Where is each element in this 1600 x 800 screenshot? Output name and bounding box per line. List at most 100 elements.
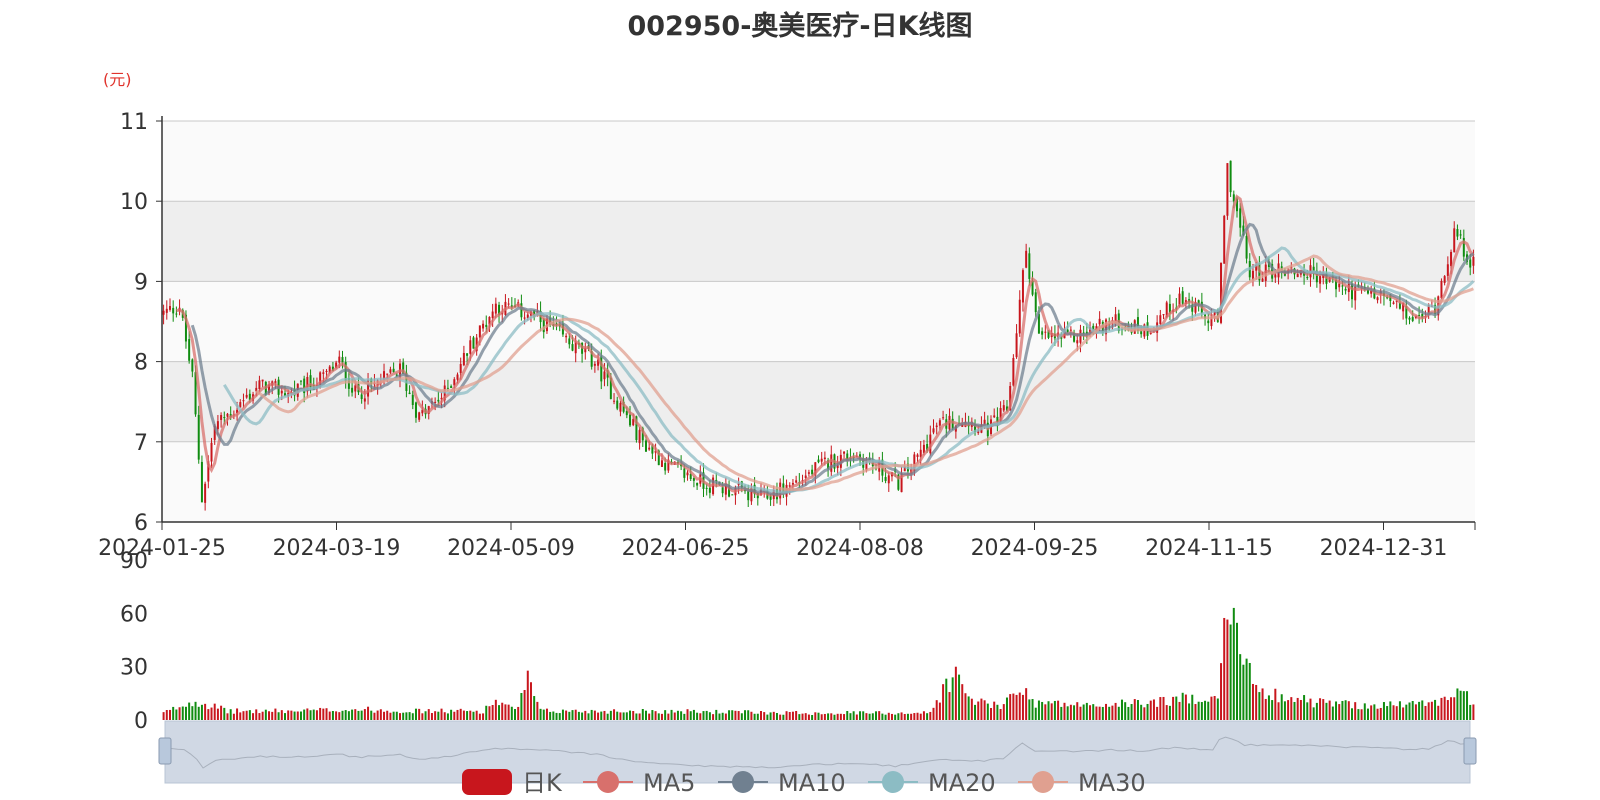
volume-bar: [523, 690, 526, 720]
candle-body: [884, 477, 887, 481]
candle-body: [823, 457, 826, 460]
candle-body: [386, 373, 389, 375]
volume-bar: [184, 706, 187, 720]
volume-bar: [680, 711, 683, 720]
volume-bar: [1053, 700, 1056, 720]
volume-bar: [1184, 694, 1187, 720]
candle-body: [795, 480, 798, 483]
candle-body: [942, 417, 945, 419]
volume-bar: [1210, 696, 1213, 720]
volume-bar: [220, 705, 223, 720]
volume-bar: [200, 704, 203, 720]
volume-bar: [1325, 702, 1328, 720]
volume-tick-label: 0: [134, 709, 148, 734]
volume-bar: [1146, 703, 1149, 720]
candle-body: [1366, 290, 1369, 294]
volume-bar: [1338, 704, 1341, 720]
volume-bar: [897, 713, 900, 720]
volume-bar: [651, 710, 654, 720]
candle-body: [226, 413, 229, 417]
candle-body: [696, 482, 699, 486]
candle-body: [747, 490, 750, 501]
volume-bar: [344, 710, 347, 720]
volume-bar: [718, 713, 721, 720]
volume-bar: [1197, 701, 1200, 720]
volume-bar: [772, 711, 775, 720]
volume-bar: [1296, 697, 1299, 720]
volume-bar: [731, 710, 734, 720]
candle-body: [1472, 256, 1475, 266]
volume-bar: [1303, 695, 1306, 720]
slider-handle-right[interactable]: [1463, 737, 1477, 765]
volume-bar: [756, 713, 759, 720]
volume-bar: [894, 714, 897, 720]
candle-body: [188, 339, 191, 361]
volume-bar: [280, 710, 283, 720]
volume-bar: [1430, 701, 1433, 720]
volume-bar: [1277, 702, 1280, 720]
volume-bar: [929, 711, 932, 720]
grid-band: [162, 361, 1475, 442]
volume-bar: [1204, 700, 1207, 720]
candle-body: [1392, 302, 1395, 304]
candle-body: [491, 311, 494, 319]
volume-bar: [1290, 697, 1293, 720]
volume-bar: [1408, 702, 1411, 720]
candle-body: [162, 310, 165, 315]
volume-bar: [258, 713, 261, 720]
volume-bar: [271, 711, 274, 720]
volume-bar: [759, 711, 762, 720]
volume-bar: [1105, 703, 1108, 720]
volume-bar: [274, 708, 277, 720]
candle-body: [1229, 160, 1232, 193]
slider-handle-left[interactable]: [158, 737, 172, 765]
candle-body: [299, 380, 302, 382]
volume-bar: [1434, 699, 1437, 720]
candle-body: [216, 421, 219, 430]
volume-bar: [1354, 702, 1357, 720]
volume-bar: [498, 705, 501, 720]
candle-body: [459, 364, 462, 373]
volume-bar: [740, 713, 743, 720]
volume-bar: [1271, 700, 1274, 720]
volume-bar: [1172, 696, 1175, 720]
volume-bar: [788, 712, 791, 720]
legend-item-ma30[interactable]: MA30: [1018, 769, 1146, 797]
volume-bar: [1098, 706, 1101, 720]
volume-bar: [1076, 702, 1079, 720]
volume-bar: [1421, 700, 1424, 720]
volume-bar: [839, 713, 842, 720]
volume-bar: [1066, 706, 1069, 720]
volume-bar: [689, 711, 692, 720]
candle-body: [1021, 270, 1024, 303]
volume-bar: [354, 709, 357, 720]
candle-body: [708, 487, 711, 493]
volume-bar: [910, 713, 913, 720]
volume-bar: [791, 711, 794, 720]
volume-bar: [1085, 702, 1088, 720]
volume-bar: [1267, 695, 1270, 720]
volume-bar: [1178, 701, 1181, 720]
x-tick-label: 2024-06-25: [622, 536, 750, 561]
volume-bar: [561, 709, 564, 720]
volume-bar: [1351, 708, 1354, 720]
legend-item-ma20[interactable]: MA20: [868, 769, 996, 797]
volume-bar: [750, 711, 753, 720]
candle-body: [414, 402, 417, 418]
candle-body: [1044, 331, 1047, 333]
candle-body: [1162, 314, 1165, 316]
candle-body: [1069, 329, 1072, 331]
volume-bar: [405, 712, 408, 720]
volume-bar: [338, 712, 341, 720]
volume-bar: [782, 714, 785, 720]
volume-bar: [644, 710, 647, 720]
volume-bar: [1200, 702, 1203, 720]
candle-body: [1338, 283, 1341, 288]
candle-body: [932, 428, 935, 433]
volume-bar: [1287, 700, 1290, 720]
legend-item-ma10[interactable]: MA10: [718, 769, 846, 797]
candle-body: [408, 392, 411, 395]
volume-bar: [807, 714, 810, 720]
volume-bar: [977, 701, 980, 720]
volume-bar: [1012, 693, 1015, 720]
